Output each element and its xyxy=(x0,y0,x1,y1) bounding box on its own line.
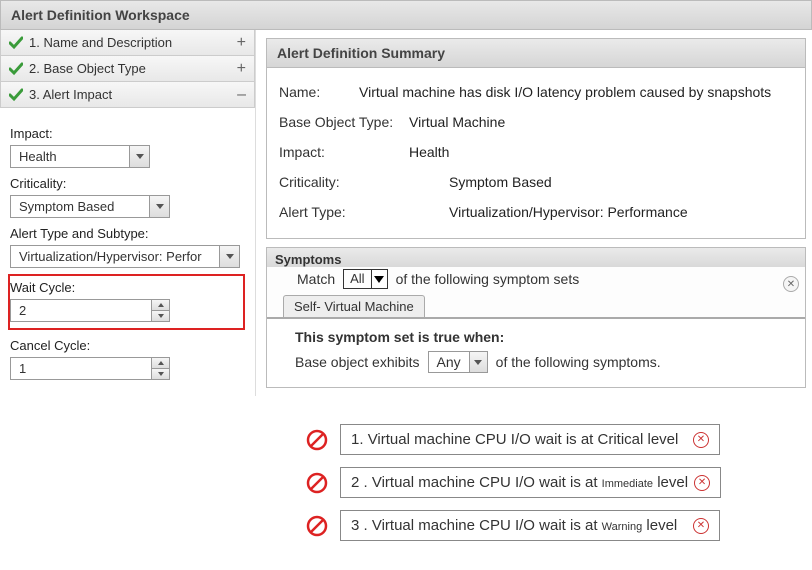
base-prefix: Base object exhibits xyxy=(295,354,420,370)
symptom-text-tail: level xyxy=(646,517,677,534)
summary-panel: Alert Definition Summary Name: Virtual m… xyxy=(266,38,806,239)
match-value: All xyxy=(344,270,370,288)
accordion-label: 3. Alert Impact xyxy=(29,87,112,102)
symptom-num: 3 . xyxy=(351,517,368,534)
symptom-item[interactable]: 3 . Virtual machine CPU I/O wait is at W… xyxy=(340,510,720,541)
cancel-cycle-stepper[interactable]: 1 xyxy=(10,357,170,380)
check-icon xyxy=(9,62,23,76)
collapse-icon: – xyxy=(237,88,246,102)
chevron-down-icon[interactable] xyxy=(129,146,149,167)
summary-header: Alert Definition Summary xyxy=(267,39,805,68)
symptom-row: 3 . Virtual machine CPU I/O wait is at W… xyxy=(306,510,812,541)
wait-cycle-highlight: Wait Cycle: 2 xyxy=(8,274,245,330)
summary-name-value: Virtual machine has disk I/O latency pro… xyxy=(359,84,793,100)
expand-icon: + xyxy=(237,62,246,76)
alert-type-select[interactable]: Virtualization/Hypervisor: Perfor xyxy=(10,245,240,268)
alert-impact-form: Impact: Health Criticality: Symptom Base… xyxy=(0,108,255,396)
summary-alert-type-value: Virtualization/Hypervisor: Performance xyxy=(449,204,793,220)
chevron-down-icon[interactable] xyxy=(149,196,169,217)
delete-icon[interactable]: ✕ xyxy=(693,518,709,534)
base-exhibits-select[interactable]: Any xyxy=(428,351,488,373)
prohibit-icon xyxy=(306,472,328,494)
prohibit-icon xyxy=(306,515,328,537)
alert-type-value: Virtualization/Hypervisor: Perfor xyxy=(11,246,219,267)
workspace-title: Alert Definition Workspace xyxy=(0,0,812,30)
check-icon xyxy=(9,88,23,102)
accordion-label: 1. Name and Description xyxy=(29,35,172,50)
accordion-label: 2. Base Object Type xyxy=(29,61,146,76)
expand-icon: + xyxy=(237,36,246,50)
spinner-down[interactable] xyxy=(152,369,169,379)
chevron-down-icon[interactable] xyxy=(219,246,239,267)
symptom-item[interactable]: 1. Virtual machine CPU I/O wait is at Cr… xyxy=(340,424,720,455)
criticality-label: Criticality: xyxy=(10,176,245,191)
impact-label: Impact: xyxy=(10,126,245,141)
match-prefix: Match xyxy=(297,271,335,287)
main-content: Alert Definition Summary Name: Virtual m… xyxy=(256,30,812,388)
summary-impact-label: Impact: xyxy=(279,144,409,160)
symptoms-panel: Symptoms ✕ Match All of the following sy… xyxy=(266,247,806,388)
chevron-down-icon[interactable] xyxy=(469,352,487,372)
spinner-up[interactable] xyxy=(152,300,169,311)
symptom-num: 2 . xyxy=(351,474,368,491)
summary-base-object-label: Base Object Type: xyxy=(279,114,409,130)
delete-icon[interactable]: ✕ xyxy=(693,432,709,448)
criticality-value: Symptom Based xyxy=(11,196,149,217)
summary-name-label: Name: xyxy=(279,84,359,100)
symptom-item[interactable]: 2 . Virtual machine CPU I/O wait is at I… xyxy=(340,467,721,498)
level-badge: Warning xyxy=(602,521,643,533)
symptom-row: 1. Virtual machine CPU I/O wait is at Cr… xyxy=(306,424,812,455)
base-suffix: of the following symptoms. xyxy=(496,354,661,370)
prohibit-icon xyxy=(306,429,328,451)
summary-criticality-label: Criticality: xyxy=(279,174,449,190)
summary-impact-value: Health xyxy=(409,144,793,160)
delete-icon[interactable]: ✕ xyxy=(694,475,710,491)
symptoms-header: Symptoms xyxy=(267,248,805,267)
spinner-down[interactable] xyxy=(152,311,169,321)
symptom-text-tail: level xyxy=(657,474,688,491)
alert-type-label: Alert Type and Subtype: xyxy=(10,226,245,241)
match-select[interactable]: All xyxy=(343,269,387,289)
sidebar: 1. Name and Description + 2. Base Object… xyxy=(0,30,256,396)
symptom-items: 1. Virtual machine CPU I/O wait is at Cr… xyxy=(306,424,812,541)
symptom-text: Virtual machine CPU I/O wait is at Criti… xyxy=(368,431,679,448)
wait-cycle-stepper[interactable]: 2 xyxy=(10,299,170,322)
symptom-text: Virtual machine CPU I/O wait is at xyxy=(372,517,598,534)
symptom-num: 1. xyxy=(351,431,364,448)
match-suffix: of the following symptom sets xyxy=(396,271,580,287)
symptom-set-title: This symptom set is true when: xyxy=(295,329,791,345)
close-icon[interactable]: ✕ xyxy=(783,276,799,292)
level-badge: Immediate xyxy=(602,478,653,490)
accordion-item-alert-impact[interactable]: 3. Alert Impact – xyxy=(0,82,255,108)
impact-value: Health xyxy=(11,146,129,167)
wait-cycle-label: Wait Cycle: xyxy=(10,280,237,295)
summary-criticality-value: Symptom Based xyxy=(449,174,793,190)
symptom-set-tab[interactable]: Self- Virtual Machine xyxy=(283,295,425,317)
symptom-row: 2 . Virtual machine CPU I/O wait is at I… xyxy=(306,467,812,498)
symptom-text: Virtual machine CPU I/O wait is at xyxy=(372,474,598,491)
chevron-down-icon[interactable] xyxy=(371,270,387,288)
wait-cycle-value: 2 xyxy=(11,300,151,321)
accordion-item-base-object[interactable]: 2. Base Object Type + xyxy=(0,56,255,82)
impact-select[interactable]: Health xyxy=(10,145,150,168)
criticality-select[interactable]: Symptom Based xyxy=(10,195,170,218)
base-exhibits-value: Any xyxy=(429,352,469,372)
check-icon xyxy=(9,36,23,50)
summary-base-object-value: Virtual Machine xyxy=(409,114,793,130)
cancel-cycle-label: Cancel Cycle: xyxy=(10,338,245,353)
cancel-cycle-value: 1 xyxy=(11,358,151,379)
accordion-item-name-description[interactable]: 1. Name and Description + xyxy=(0,30,255,56)
summary-alert-type-label: Alert Type: xyxy=(279,204,449,220)
spinner-up[interactable] xyxy=(152,358,169,369)
